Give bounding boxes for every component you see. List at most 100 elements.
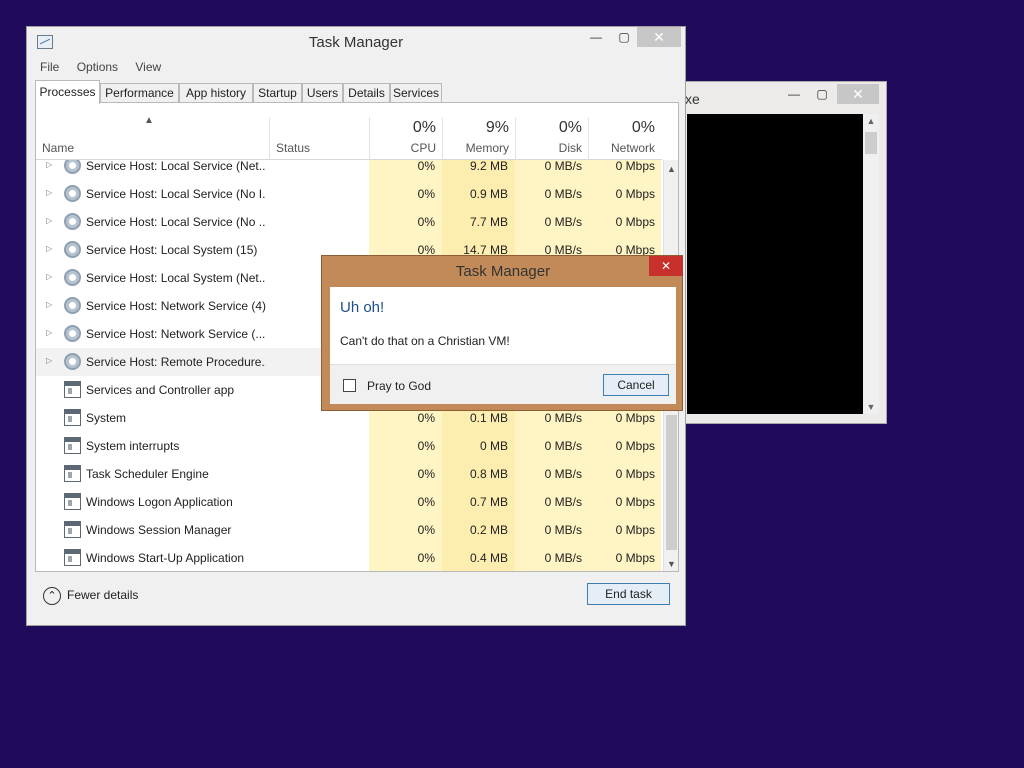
- expand-arrow-icon[interactable]: ▷: [46, 356, 52, 365]
- console-close-button[interactable]: ✕: [837, 84, 879, 104]
- footer: ⌃ Fewer details End task: [27, 573, 685, 625]
- tab-processes[interactable]: Processes: [35, 80, 100, 104]
- fewer-details-link[interactable]: ⌃ Fewer details: [43, 587, 138, 605]
- dialog-heading: Uh oh!: [340, 299, 385, 316]
- pray-checkbox-label[interactable]: Pray to God: [367, 379, 431, 393]
- expand-arrow-icon[interactable]: ▷: [46, 300, 52, 309]
- process-network: 0 Mbps: [615, 523, 655, 537]
- pray-checkbox[interactable]: [343, 379, 356, 392]
- process-memory: 0.2 MB: [469, 523, 508, 537]
- cpu-label: CPU: [410, 141, 436, 155]
- window-icon: [64, 465, 81, 482]
- tab-startup[interactable]: Startup: [253, 83, 302, 103]
- console-maximize-button[interactable]: ▢: [809, 84, 835, 104]
- process-name: Service Host: Local System (15): [86, 243, 258, 257]
- menu-bar: File Options View: [33, 58, 168, 78]
- expand-arrow-icon[interactable]: ▷: [46, 272, 52, 281]
- title-bar[interactable]: Task Manager — ▢ ✕: [27, 27, 685, 57]
- column-network[interactable]: 0% Network: [588, 103, 661, 160]
- table-row[interactable]: Windows Start-Up Application 0% 0.4 MB 0 MB…: [36, 544, 662, 571]
- console-minimize-button[interactable]: —: [781, 84, 807, 104]
- chevron-up-icon[interactable]: ▲: [664, 164, 678, 174]
- console-window[interactable]: xe — ▢ ✕ ▲ ▼: [672, 81, 887, 424]
- disk-total: 0%: [558, 119, 582, 136]
- menu-view[interactable]: View: [128, 58, 168, 76]
- network-total: 0%: [631, 119, 655, 136]
- dialog-body: Uh oh! Can't do that on a Christian VM! …: [330, 287, 676, 404]
- column-name[interactable]: Name: [42, 141, 74, 155]
- table-row[interactable]: System interrupts 0% 0 MB 0 MB/s 0 Mbps: [36, 432, 662, 460]
- menu-options[interactable]: Options: [70, 58, 125, 76]
- chevron-down-icon[interactable]: ▼: [664, 559, 678, 569]
- dialog-close-button[interactable]: ✕: [649, 256, 683, 276]
- process-disk: 0 MB/s: [544, 439, 582, 453]
- table-row[interactable]: Windows Session Manager 0% 0.2 MB 0 MB/s 0 M…: [36, 516, 662, 544]
- process-disk: 0 MB/s: [544, 523, 582, 537]
- memory-total: 9%: [485, 119, 509, 136]
- table-row[interactable]: ▷ Service Host: Local Service (No ... 0% 7.…: [36, 208, 662, 236]
- window-icon: [64, 521, 81, 538]
- tab-users[interactable]: Users: [302, 83, 343, 103]
- column-memory[interactable]: 9% Memory: [442, 103, 515, 160]
- process-name: Service Host: Remote Procedure...: [86, 355, 266, 369]
- process-disk: 0 MB/s: [544, 467, 582, 481]
- process-name: Service Host: Local Service (No ...: [86, 215, 266, 229]
- chevron-down-icon[interactable]: ▼: [865, 402, 877, 412]
- network-label: Network: [610, 141, 655, 155]
- process-disk: 0 MB/s: [544, 160, 582, 173]
- window-icon: [64, 549, 81, 566]
- dialog-message: Can't do that on a Christian VM!: [340, 334, 510, 348]
- chevron-up-icon[interactable]: ▲: [865, 116, 877, 126]
- table-row[interactable]: Windows Logon Application 0% 0.7 MB 0 MB/s 0…: [36, 488, 662, 516]
- process-memory: 7.7 MB: [469, 215, 508, 229]
- process-name: Windows Session Manager: [86, 523, 232, 537]
- table-row[interactable]: ▷ Service Host: Local Service (No I... 0% 0…: [36, 180, 662, 208]
- process-name: System interrupts: [86, 439, 180, 453]
- expand-arrow-icon[interactable]: ▷: [46, 160, 52, 169]
- gear-icon: [64, 185, 81, 202]
- tab-app-history[interactable]: App history: [179, 83, 253, 103]
- column-cpu[interactable]: 0% CPU: [369, 103, 442, 160]
- scroll-thumb[interactable]: [666, 415, 677, 550]
- process-memory: 9.2 MB: [469, 160, 508, 173]
- process-memory: 0.7 MB: [469, 495, 508, 509]
- menu-file[interactable]: File: [33, 58, 66, 76]
- process-memory: 0.8 MB: [469, 467, 508, 481]
- error-dialog: Task Manager ✕ Uh oh! Can't do that on a…: [321, 255, 683, 411]
- gear-icon: [64, 160, 81, 174]
- console-scroll-thumb[interactable]: [865, 132, 877, 154]
- window-icon: [64, 381, 81, 398]
- close-button[interactable]: ✕: [637, 27, 681, 47]
- table-row[interactable]: ▷ Service Host: Local Service (Net... 0% 9.…: [36, 160, 662, 180]
- process-cpu: 0%: [417, 439, 435, 453]
- console-scrollbar[interactable]: ▲ ▼: [863, 114, 879, 414]
- tab-details[interactable]: Details: [343, 83, 390, 103]
- minimize-button[interactable]: —: [583, 27, 609, 47]
- column-header: ▲ Name Status 0% CPU 9% Memory 0% Disk 0…: [36, 103, 662, 160]
- expand-arrow-icon[interactable]: ▷: [46, 244, 52, 253]
- process-network: 0 Mbps: [615, 551, 655, 565]
- end-task-button[interactable]: End task: [587, 583, 670, 605]
- gear-icon: [64, 213, 81, 230]
- column-status[interactable]: Status: [276, 141, 310, 155]
- dialog-title: Task Manager: [455, 263, 551, 280]
- column-disk[interactable]: 0% Disk: [515, 103, 588, 160]
- table-row[interactable]: Task Scheduler Engine 0% 0.8 MB 0 MB/s 0 Mbp…: [36, 460, 662, 488]
- tab-services[interactable]: Services: [390, 83, 442, 103]
- process-name: Service Host: Local Service (Net...: [86, 160, 266, 173]
- dialog-footer: Pray to God Cancel: [330, 364, 676, 404]
- cancel-button[interactable]: Cancel: [603, 374, 669, 396]
- expand-arrow-icon[interactable]: ▷: [46, 216, 52, 225]
- gear-icon: [64, 325, 81, 342]
- expand-arrow-icon[interactable]: ▷: [46, 188, 52, 197]
- memory-label: Memory: [465, 141, 509, 155]
- column-divider[interactable]: [269, 117, 270, 160]
- maximize-button[interactable]: ▢: [611, 27, 637, 47]
- process-name: Task Scheduler Engine: [86, 467, 209, 481]
- process-name: Service Host: Network Service (...: [86, 327, 266, 341]
- cpu-total: 0%: [412, 119, 436, 136]
- tab-performance[interactable]: Performance: [100, 83, 179, 103]
- console-screen[interactable]: [687, 114, 863, 414]
- expand-arrow-icon[interactable]: ▷: [46, 328, 52, 337]
- process-network: 0 Mbps: [615, 411, 655, 425]
